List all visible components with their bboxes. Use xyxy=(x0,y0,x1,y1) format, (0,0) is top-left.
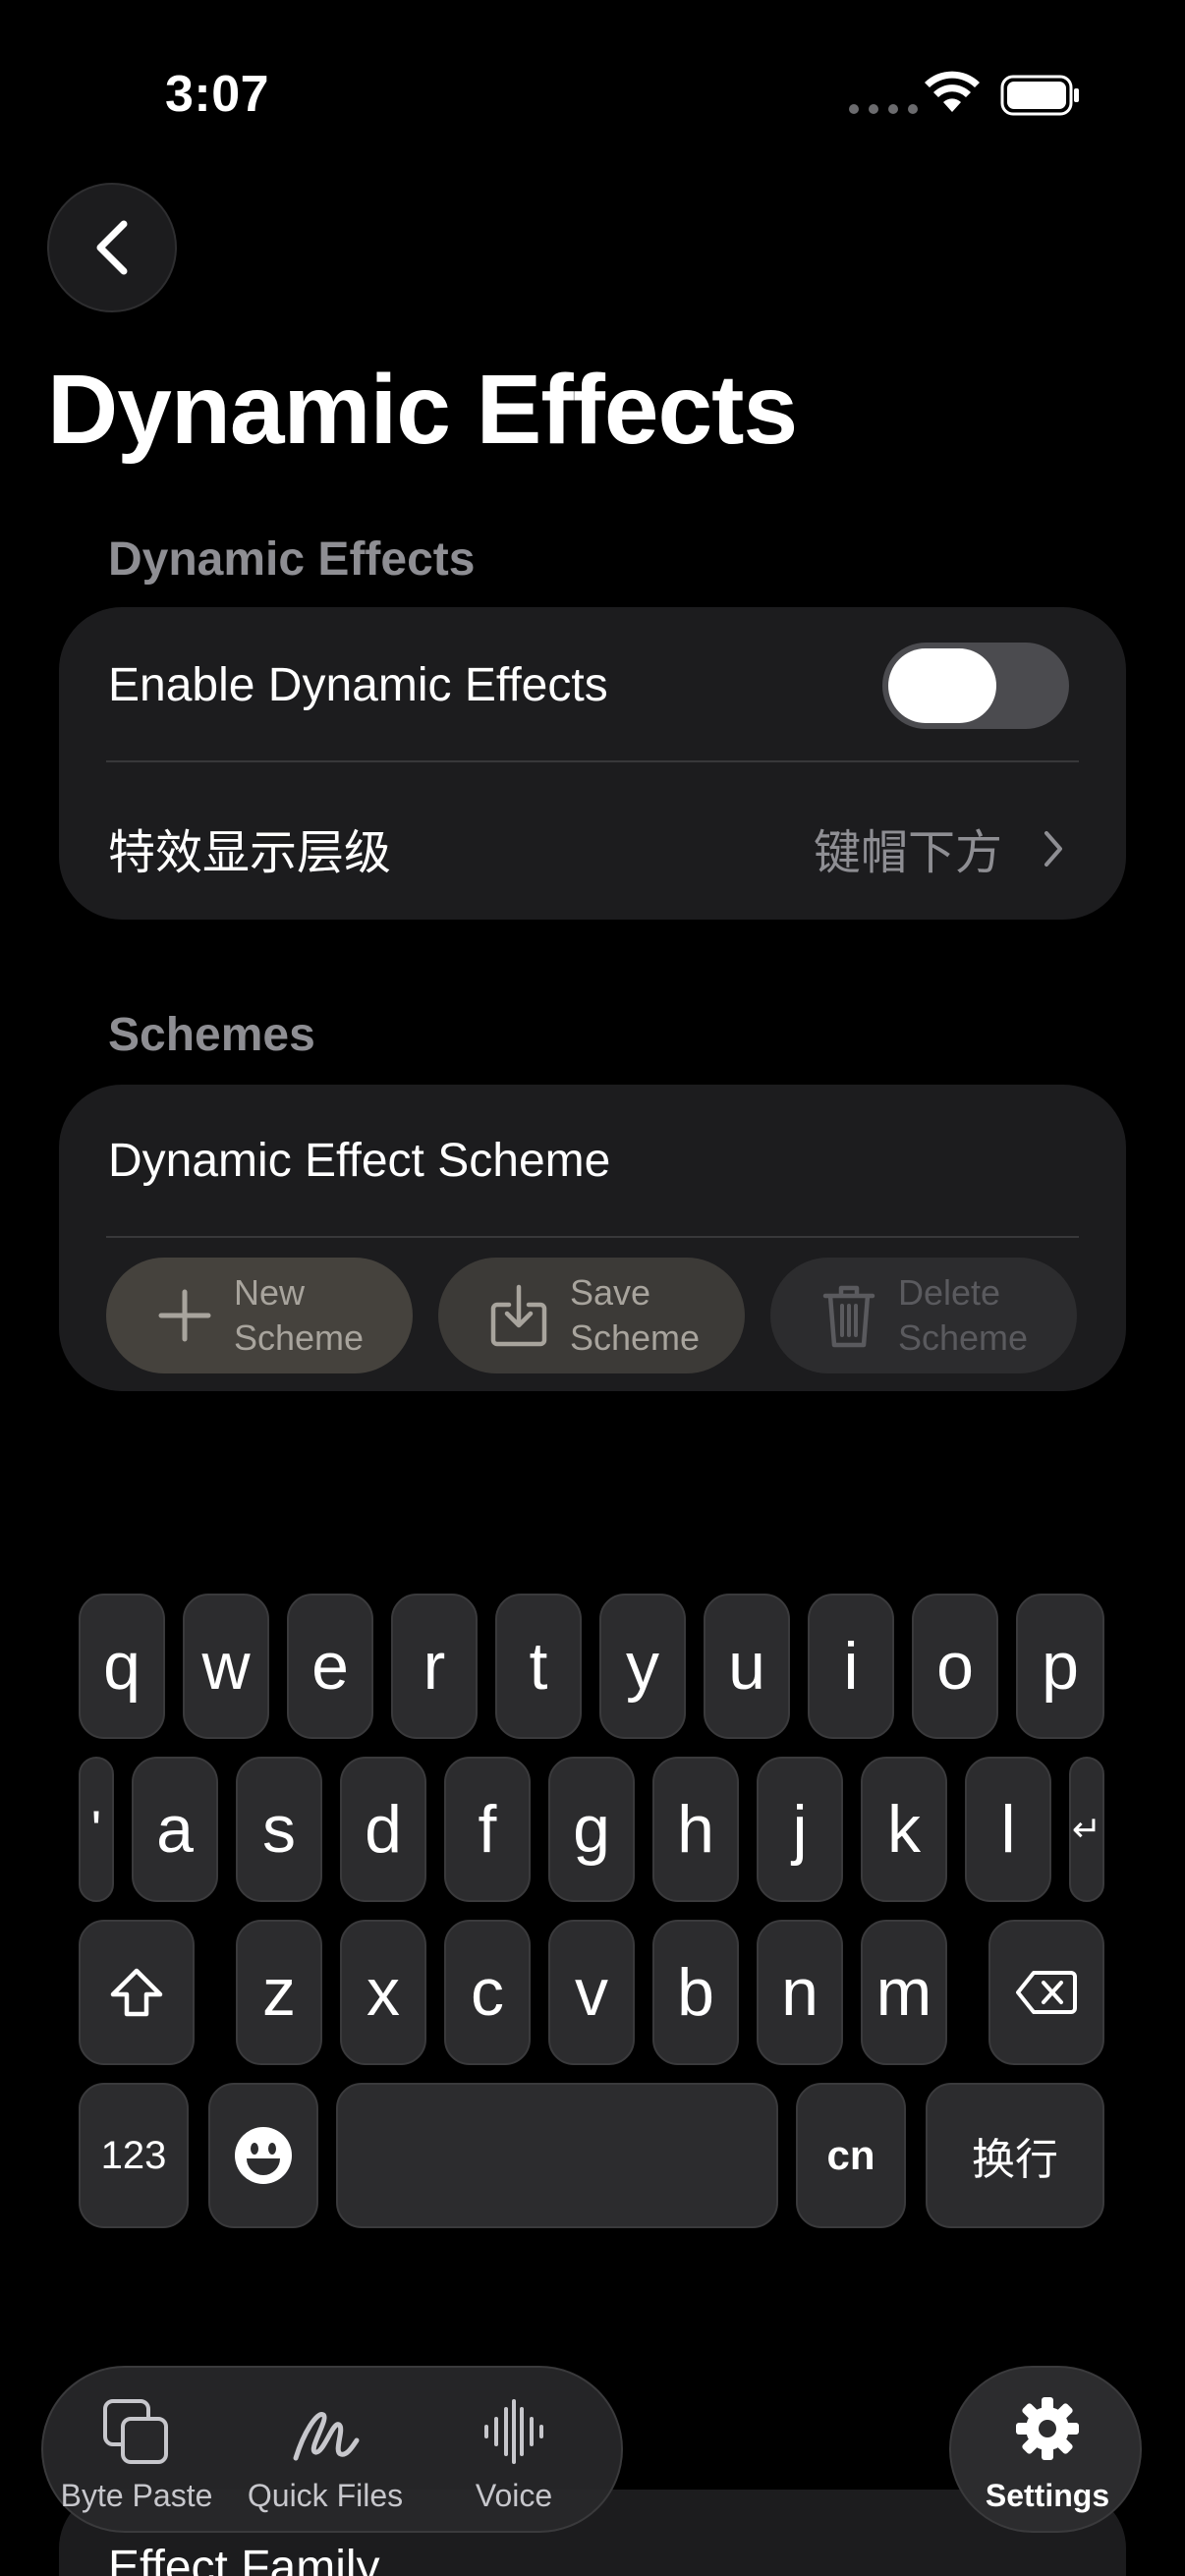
scribble-icon xyxy=(293,2412,360,2461)
backspace-key[interactable] xyxy=(988,1920,1104,2065)
save-scheme-button[interactable]: Save Scheme xyxy=(438,1258,745,1373)
tab-byte-paste-label: Byte Paste xyxy=(60,2478,213,2513)
tab-settings-label: Settings xyxy=(985,2478,1110,2513)
chevron-right-icon xyxy=(1044,831,1062,867)
enable-effects-toggle[interactable] xyxy=(882,643,1069,729)
return-key[interactable]: 换行 xyxy=(926,2083,1104,2228)
key-l[interactable]: l xyxy=(965,1757,1051,1902)
wifi-icon xyxy=(925,71,980,112)
toggle-knob xyxy=(888,648,996,723)
tab-bar: Byte Paste Quick Files Voice xyxy=(41,2366,623,2533)
battery-icon xyxy=(1000,75,1079,116)
new-scheme-label: New Scheme xyxy=(234,1272,365,1358)
key-r[interactable]: r xyxy=(391,1594,478,1739)
key-n[interactable]: n xyxy=(757,1920,843,2065)
cellular-icon xyxy=(849,104,918,114)
key-e[interactable]: e xyxy=(287,1594,373,1739)
delete-scheme-button[interactable]: Delete Scheme xyxy=(770,1258,1077,1373)
emoji-key[interactable] xyxy=(208,2083,318,2228)
delete-scheme-label: Delete Scheme xyxy=(898,1272,1029,1358)
effect-layer-row[interactable]: 特效显示层级 键帽下方 xyxy=(59,762,1126,920)
section-label-effects: Dynamic Effects xyxy=(108,533,476,586)
effects-card: Enable Dynamic Effects 特效显示层级 键帽下方 xyxy=(59,607,1126,920)
key-z[interactable]: z xyxy=(236,1920,322,2065)
waveform-icon xyxy=(484,2399,543,2464)
key-d[interactable]: d xyxy=(340,1757,426,1902)
space-key[interactable] xyxy=(336,2083,778,2228)
shift-key[interactable] xyxy=(79,1920,195,2065)
key-h[interactable]: h xyxy=(652,1757,739,1902)
tab-byte-paste[interactable]: Byte Paste xyxy=(43,2368,230,2535)
key-s[interactable]: s xyxy=(236,1757,322,1902)
shift-icon xyxy=(110,1968,163,2017)
tab-settings[interactable]: Settings xyxy=(949,2366,1142,2533)
effect-family-label: Effect Family xyxy=(108,2542,380,2576)
trash-icon xyxy=(822,1285,875,1348)
key-a[interactable]: a xyxy=(132,1757,218,1902)
chevron-left-icon xyxy=(96,220,128,275)
key-b[interactable]: b xyxy=(652,1920,739,2065)
numbers-key[interactable]: 123 xyxy=(79,2083,189,2228)
effect-layer-value: 键帽下方 xyxy=(814,827,1003,879)
new-scheme-button[interactable]: New Scheme xyxy=(106,1258,413,1373)
backspace-icon xyxy=(1016,1971,1077,2014)
status-time: 3:07 xyxy=(165,66,270,123)
plus-icon xyxy=(158,1289,211,1342)
key-return-small[interactable]: ↵ xyxy=(1069,1757,1104,1902)
tab-voice[interactable]: Voice xyxy=(421,2368,607,2535)
key-q[interactable]: q xyxy=(79,1594,165,1739)
key-u[interactable]: u xyxy=(704,1594,790,1739)
key-t[interactable]: t xyxy=(495,1594,582,1739)
tab-quick-files[interactable]: Quick Files xyxy=(232,2368,419,2535)
key-m[interactable]: m xyxy=(861,1920,947,2065)
key-x[interactable]: x xyxy=(340,1920,426,2065)
key-apostrophe[interactable]: ' xyxy=(79,1757,114,1902)
key-g[interactable]: g xyxy=(548,1757,635,1902)
tab-voice-label: Voice xyxy=(475,2478,553,2513)
key-w[interactable]: w xyxy=(183,1594,269,1739)
copy-icon xyxy=(103,2399,168,2464)
back-button[interactable] xyxy=(47,183,177,312)
download-icon xyxy=(490,1284,547,1347)
language-key[interactable]: cn xyxy=(796,2083,906,2228)
save-scheme-label: Save Scheme xyxy=(570,1272,701,1358)
scheme-name: Dynamic Effect Scheme xyxy=(108,1135,611,1187)
section-label-schemes: Schemes xyxy=(108,1009,315,1061)
effect-layer-label: 特效显示层级 xyxy=(108,827,392,879)
key-f[interactable]: f xyxy=(444,1757,531,1902)
key-v[interactable]: v xyxy=(548,1920,635,2065)
key-c[interactable]: c xyxy=(444,1920,531,2065)
key-o[interactable]: o xyxy=(912,1594,998,1739)
key-i[interactable]: i xyxy=(808,1594,894,1739)
divider xyxy=(106,1236,1079,1238)
key-k[interactable]: k xyxy=(861,1757,947,1902)
key-y[interactable]: y xyxy=(599,1594,686,1739)
tab-quick-files-label: Quick Files xyxy=(247,2478,404,2513)
key-j[interactable]: j xyxy=(757,1757,843,1902)
gear-icon xyxy=(1016,2397,1079,2460)
page-title: Dynamic Effects xyxy=(47,355,798,465)
enable-effects-label: Enable Dynamic Effects xyxy=(108,659,608,711)
key-p[interactable]: p xyxy=(1016,1594,1104,1739)
emoji-icon xyxy=(235,2127,292,2184)
